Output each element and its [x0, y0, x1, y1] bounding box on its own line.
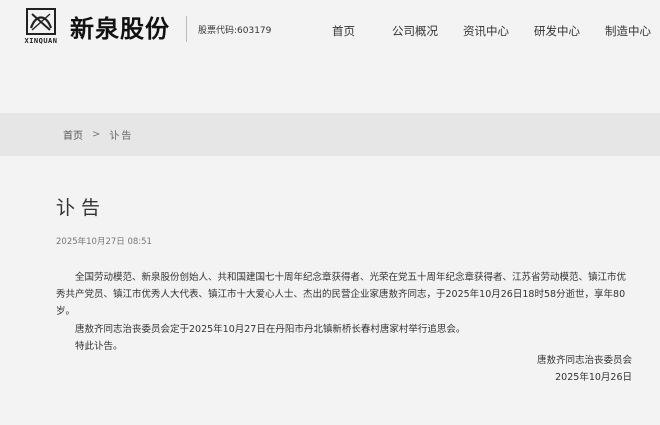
nav-item-news-center[interactable]: 资讯中心 — [463, 23, 509, 39]
article-paragraph: 全国劳动模范、新泉股份创始人、共和国建国七十周年纪念章获得者、光荣在党五十周年纪… — [56, 272, 627, 318]
logo-chinese-text: 新泉股份 — [70, 14, 170, 43]
nav-item-home[interactable]: 首页 — [332, 23, 355, 39]
nav-item-rd-center[interactable]: 研发中心 — [534, 23, 580, 39]
logo-emblem-icon — [26, 8, 56, 35]
breadcrumb-home-link[interactable]: 首页 — [63, 127, 83, 142]
article-date: 2025年10月27日 08:51 — [56, 237, 152, 247]
site-logo[interactable]: XINQUAN 新泉股份 — [20, 8, 170, 45]
nav-item-company-overview[interactable]: 公司概况 — [392, 23, 438, 39]
article-signature-block: 唐敖齐同志治丧委员会 2025年10月26日 — [537, 352, 632, 386]
breadcrumb-band: 首页 > 讣告 — [0, 113, 660, 156]
logo-emblem: XINQUAN — [20, 8, 62, 45]
breadcrumb: 首页 > 讣告 — [63, 127, 133, 142]
article-title: 讣告 — [56, 197, 107, 219]
site-header: XINQUAN 新泉股份 股票代码:603179 首页 公司概况 资讯中心 研发… — [0, 0, 660, 62]
article-signature: 唐敖齐同志治丧委员会 — [536, 355, 632, 366]
header-divider — [186, 16, 187, 42]
stock-code: 股票代码:603179 — [198, 26, 272, 36]
breadcrumb-current: 讣告 — [109, 131, 134, 142]
article-body: 全国劳动模范、新泉股份创始人、共和国建国七十周年纪念章获得者、光荣在党五十周年纪… — [56, 269, 632, 355]
article-paragraph: 唐敖齐同志治丧委员会定于2025年10月27日在丹阳市丹北镇新桥长春村唐家村举行… — [75, 323, 466, 335]
nav-item-manufacturing-center[interactable]: 制造中心 — [605, 23, 651, 39]
breadcrumb-separator-icon: > — [92, 129, 101, 140]
logo-latin-text: XINQUAN — [24, 37, 58, 45]
article-sign-date: 2025年10月26日 — [555, 372, 632, 384]
